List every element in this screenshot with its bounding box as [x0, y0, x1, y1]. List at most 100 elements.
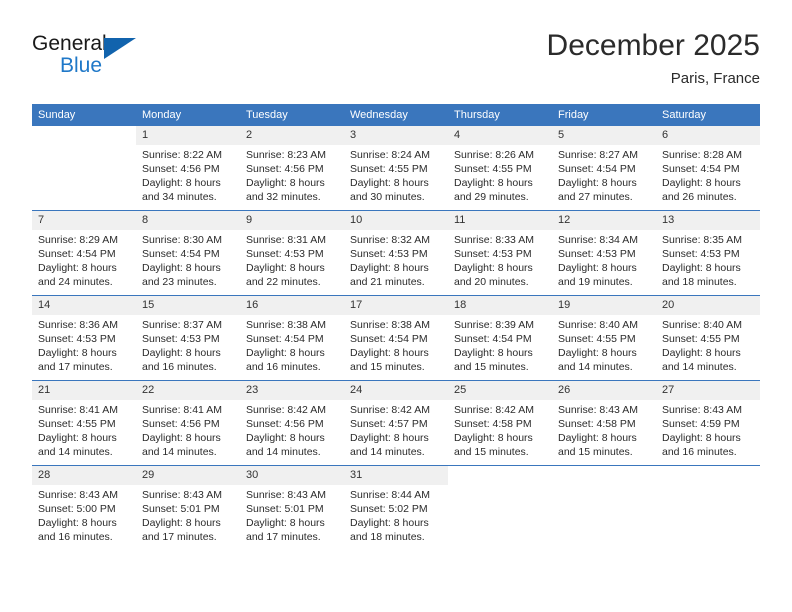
daylight-text-line1: Daylight: 8 hours	[558, 177, 637, 189]
calendar-day-cell[interactable]: 11 Sunrise: 8:33 AM Sunset: 4:53 PM Dayl…	[448, 210, 552, 296]
sunset-text: Sunset: 4:53 PM	[662, 248, 740, 260]
calendar-day-cell[interactable]: 4 Sunrise: 8:26 AM Sunset: 4:55 PM Dayli…	[448, 126, 552, 211]
calendar-day-cell[interactable]: 21 Sunrise: 8:41 AM Sunset: 4:55 PM Dayl…	[32, 380, 136, 466]
daylight-text-line2: and 24 minutes.	[38, 276, 113, 288]
daylight-text-line1: Daylight: 8 hours	[454, 347, 533, 359]
calendar-day-cell[interactable]: 20 Sunrise: 8:40 AM Sunset: 4:55 PM Dayl…	[656, 295, 760, 381]
daylight-text-line2: and 19 minutes.	[558, 276, 633, 288]
day-details: Sunrise: 8:43 AM Sunset: 4:58 PM Dayligh…	[552, 400, 656, 459]
sunrise-text: Sunrise: 8:44 AM	[350, 489, 430, 501]
sunset-text: Sunset: 4:53 PM	[38, 333, 116, 345]
day-number: 16	[240, 296, 344, 315]
sunrise-text: Sunrise: 8:30 AM	[142, 234, 222, 246]
calendar-day-cell[interactable]: 28 Sunrise: 8:43 AM Sunset: 5:00 PM Dayl…	[32, 465, 136, 550]
calendar-day-cell[interactable]	[552, 465, 656, 550]
calendar-day-cell[interactable]: 2 Sunrise: 8:23 AM Sunset: 4:56 PM Dayli…	[240, 126, 344, 211]
daylight-text-line2: and 14 minutes.	[142, 446, 217, 458]
calendar-day-cell[interactable]: 8 Sunrise: 8:30 AM Sunset: 4:54 PM Dayli…	[136, 210, 240, 296]
sunset-text: Sunset: 4:53 PM	[454, 248, 532, 260]
calendar-day-cell[interactable]: 22 Sunrise: 8:41 AM Sunset: 4:56 PM Dayl…	[136, 380, 240, 466]
daylight-text-line2: and 16 minutes.	[38, 531, 113, 543]
calendar-week-row: 14 Sunrise: 8:36 AM Sunset: 4:53 PM Dayl…	[32, 295, 760, 381]
daylight-text-line2: and 16 minutes.	[662, 446, 737, 458]
calendar-day-cell[interactable]: 17 Sunrise: 8:38 AM Sunset: 4:54 PM Dayl…	[344, 295, 448, 381]
daylight-text-line2: and 18 minutes.	[350, 531, 425, 543]
calendar-day-cell[interactable]: 29 Sunrise: 8:43 AM Sunset: 5:01 PM Dayl…	[136, 465, 240, 550]
calendar-day-cell[interactable]: 31 Sunrise: 8:44 AM Sunset: 5:02 PM Dayl…	[344, 465, 448, 550]
day-number: 13	[656, 211, 760, 230]
page-title: December 2025	[546, 29, 760, 62]
logo-triangle-icon	[104, 38, 136, 59]
calendar-day-cell[interactable]: 26 Sunrise: 8:43 AM Sunset: 4:58 PM Dayl…	[552, 380, 656, 466]
day-details: Sunrise: 8:43 AM Sunset: 5:00 PM Dayligh…	[32, 485, 136, 544]
calendar-day-cell[interactable]: 15 Sunrise: 8:37 AM Sunset: 4:53 PM Dayl…	[136, 295, 240, 381]
daylight-text-line1: Daylight: 8 hours	[38, 517, 117, 529]
sunset-text: Sunset: 5:00 PM	[38, 503, 116, 515]
day-number: 26	[552, 381, 656, 400]
sunset-text: Sunset: 4:53 PM	[142, 333, 220, 345]
calendar-week-row: 28 Sunrise: 8:43 AM Sunset: 5:00 PM Dayl…	[32, 465, 760, 550]
day-number: 17	[344, 296, 448, 315]
calendar-day-cell[interactable]: 9 Sunrise: 8:31 AM Sunset: 4:53 PM Dayli…	[240, 210, 344, 296]
sunrise-text: Sunrise: 8:41 AM	[142, 404, 222, 416]
sunset-text: Sunset: 4:54 PM	[662, 163, 740, 175]
calendar-day-cell[interactable]: 30 Sunrise: 8:43 AM Sunset: 5:01 PM Dayl…	[240, 465, 344, 550]
sunrise-text: Sunrise: 8:38 AM	[246, 319, 326, 331]
calendar-day-cell[interactable]: 1 Sunrise: 8:22 AM Sunset: 4:56 PM Dayli…	[136, 126, 240, 211]
calendar-day-cell[interactable]: 13 Sunrise: 8:35 AM Sunset: 4:53 PM Dayl…	[656, 210, 760, 296]
calendar-day-cell[interactable]: 3 Sunrise: 8:24 AM Sunset: 4:55 PM Dayli…	[344, 126, 448, 211]
calendar-day-cell[interactable]	[448, 465, 552, 550]
daylight-text-line2: and 22 minutes.	[246, 276, 321, 288]
daylight-text-line1: Daylight: 8 hours	[246, 177, 325, 189]
sunrise-text: Sunrise: 8:28 AM	[662, 149, 742, 161]
daylight-text-line1: Daylight: 8 hours	[38, 262, 117, 274]
day-details: Sunrise: 8:41 AM Sunset: 4:56 PM Dayligh…	[136, 400, 240, 459]
calendar-day-cell[interactable]: 7 Sunrise: 8:29 AM Sunset: 4:54 PM Dayli…	[32, 210, 136, 296]
calendar-week-row: 21 Sunrise: 8:41 AM Sunset: 4:55 PM Dayl…	[32, 380, 760, 466]
calendar-day-cell[interactable]: 6 Sunrise: 8:28 AM Sunset: 4:54 PM Dayli…	[656, 126, 760, 211]
daylight-text-line2: and 15 minutes.	[350, 361, 425, 373]
sunset-text: Sunset: 4:54 PM	[350, 333, 428, 345]
calendar-day-cell[interactable]: 18 Sunrise: 8:39 AM Sunset: 4:54 PM Dayl…	[448, 295, 552, 381]
calendar-day-cell[interactable]	[32, 126, 136, 211]
sunrise-text: Sunrise: 8:35 AM	[662, 234, 742, 246]
sunset-text: Sunset: 4:53 PM	[558, 248, 636, 260]
day-number: 31	[344, 466, 448, 485]
day-number: 25	[448, 381, 552, 400]
sunset-text: Sunset: 4:57 PM	[350, 418, 428, 430]
day-details: Sunrise: 8:40 AM Sunset: 4:55 PM Dayligh…	[552, 315, 656, 374]
sunrise-text: Sunrise: 8:22 AM	[142, 149, 222, 161]
daylight-text-line1: Daylight: 8 hours	[558, 347, 637, 359]
sunset-text: Sunset: 4:53 PM	[246, 248, 324, 260]
calendar-day-cell[interactable]: 16 Sunrise: 8:38 AM Sunset: 4:54 PM Dayl…	[240, 295, 344, 381]
logo-text-blue: Blue	[60, 54, 103, 77]
calendar-day-cell[interactable]: 19 Sunrise: 8:40 AM Sunset: 4:55 PM Dayl…	[552, 295, 656, 381]
calendar-day-cell[interactable]: 10 Sunrise: 8:32 AM Sunset: 4:53 PM Dayl…	[344, 210, 448, 296]
calendar-day-cell[interactable]: 14 Sunrise: 8:36 AM Sunset: 4:53 PM Dayl…	[32, 295, 136, 381]
day-number: 29	[136, 466, 240, 485]
calendar-day-cell[interactable]	[656, 465, 760, 550]
day-number: 6	[656, 126, 760, 145]
day-details: Sunrise: 8:34 AM Sunset: 4:53 PM Dayligh…	[552, 230, 656, 289]
sunrise-text: Sunrise: 8:32 AM	[350, 234, 430, 246]
calendar-day-cell[interactable]: 12 Sunrise: 8:34 AM Sunset: 4:53 PM Dayl…	[552, 210, 656, 296]
day-number: 12	[552, 211, 656, 230]
day-details: Sunrise: 8:40 AM Sunset: 4:55 PM Dayligh…	[656, 315, 760, 374]
calendar-day-cell[interactable]: 24 Sunrise: 8:42 AM Sunset: 4:57 PM Dayl…	[344, 380, 448, 466]
sunrise-text: Sunrise: 8:33 AM	[454, 234, 534, 246]
day-details: Sunrise: 8:42 AM Sunset: 4:56 PM Dayligh…	[240, 400, 344, 459]
day-details: Sunrise: 8:24 AM Sunset: 4:55 PM Dayligh…	[344, 145, 448, 204]
day-details: Sunrise: 8:42 AM Sunset: 4:57 PM Dayligh…	[344, 400, 448, 459]
day-details: Sunrise: 8:43 AM Sunset: 5:01 PM Dayligh…	[240, 485, 344, 544]
calendar-day-cell[interactable]: 23 Sunrise: 8:42 AM Sunset: 4:56 PM Dayl…	[240, 380, 344, 466]
weekday-header-thursday: Thursday	[448, 104, 552, 126]
calendar-day-cell[interactable]: 25 Sunrise: 8:42 AM Sunset: 4:58 PM Dayl…	[448, 380, 552, 466]
sunrise-text: Sunrise: 8:43 AM	[662, 404, 742, 416]
title-block: December 2025 Paris, France	[547, 28, 760, 90]
weekday-header-tuesday: Tuesday	[240, 104, 344, 126]
sunrise-text: Sunrise: 8:43 AM	[142, 489, 222, 501]
day-number: 3	[344, 126, 448, 145]
calendar-day-cell[interactable]: 5 Sunrise: 8:27 AM Sunset: 4:54 PM Dayli…	[552, 126, 656, 211]
daylight-text-line2: and 21 minutes.	[350, 276, 425, 288]
calendar-day-cell[interactable]: 27 Sunrise: 8:43 AM Sunset: 4:59 PM Dayl…	[656, 380, 760, 466]
